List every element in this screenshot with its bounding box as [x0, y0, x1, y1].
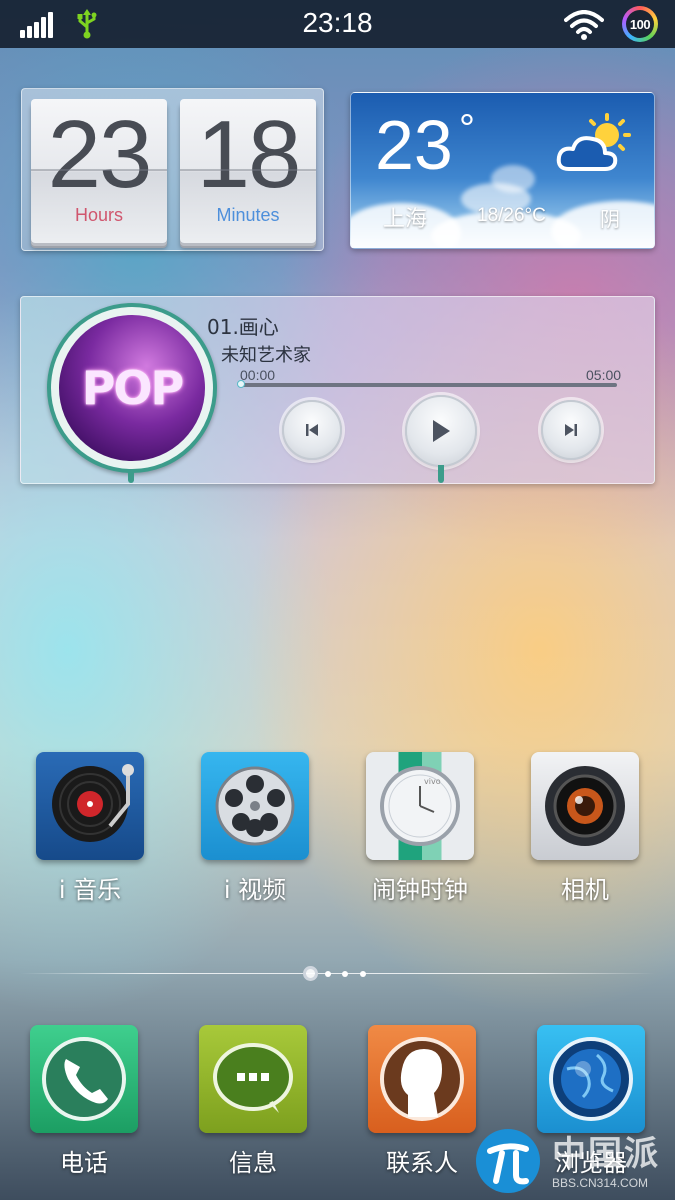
album-art[interactable]: POP: [47, 303, 217, 473]
previous-track-button[interactable]: [282, 400, 342, 460]
total-time: 05:00: [586, 367, 622, 383]
clock-minutes: 18: [196, 101, 302, 208]
clock-minutes-label: Minutes: [216, 205, 280, 225]
page-divider: [20, 973, 655, 974]
app-music[interactable]: i 音乐: [20, 752, 160, 905]
watermark-url: BBS.CN314.COM: [552, 1176, 649, 1190]
browser-app-icon: [537, 1025, 645, 1133]
video-app-icon: [201, 752, 309, 860]
progress-bar[interactable]: [237, 380, 617, 388]
dock-contacts[interactable]: 联系人: [352, 1025, 492, 1178]
clock-minutes-card: 18 Minutes: [180, 99, 316, 243]
camera-app-icon: [531, 752, 639, 860]
wifi-icon: [564, 10, 604, 40]
app-label: 闹钟时钟: [372, 876, 468, 904]
dock-phone[interactable]: 电话: [14, 1025, 154, 1178]
clock-app-icon: vivo: [366, 752, 474, 860]
weather-condition: 阴: [600, 207, 620, 231]
weather-widget[interactable]: 23 ° 上海 18/26°C 阴: [350, 92, 655, 249]
weather-temp-range: 18/26°C: [477, 205, 546, 226]
clock-hours-card: 23 Hours: [31, 99, 167, 243]
album-art-image: POP: [59, 315, 205, 461]
page-dot-active[interactable]: [303, 966, 318, 981]
play-stem: [438, 465, 444, 483]
track-title: 01.画心: [207, 315, 279, 339]
messages-app-icon: [199, 1025, 307, 1133]
next-track-button[interactable]: [541, 400, 601, 460]
skip-next-icon: [565, 424, 577, 436]
app-camera[interactable]: 相机: [515, 752, 655, 905]
music-app-icon: [36, 752, 144, 860]
clock-hours-label: Hours: [74, 205, 123, 225]
app-label: 联系人: [386, 1149, 458, 1177]
status-bar[interactable]: 23:18 100: [0, 0, 675, 48]
flip-clock-widget[interactable]: 23 Hours 18 Minutes: [21, 88, 324, 251]
skip-previous-icon: [306, 424, 318, 436]
page-dot[interactable]: [325, 971, 331, 977]
app-video[interactable]: i 视频: [185, 752, 325, 905]
phone-app-icon: [30, 1025, 138, 1133]
battery-icon: 100: [622, 6, 658, 42]
contacts-app-icon: [368, 1025, 476, 1133]
partly-cloudy-icon: [556, 113, 631, 171]
app-clock[interactable]: vivo 闹钟时钟: [350, 752, 490, 905]
track-artist: 未知艺术家: [221, 345, 311, 366]
app-label: i 音乐: [58, 876, 122, 904]
weather-temperature: 23: [375, 106, 453, 184]
weather-degree-symbol: °: [459, 107, 475, 151]
page-dot[interactable]: [360, 971, 366, 977]
progress-knob[interactable]: [237, 380, 245, 388]
page-dot[interactable]: [342, 971, 348, 977]
app-label: 信息: [229, 1149, 277, 1177]
dock-messages[interactable]: 信息: [183, 1025, 323, 1178]
battery-level: 100: [626, 10, 654, 38]
album-art-text: POP: [81, 361, 185, 415]
play-icon: [433, 420, 450, 442]
music-player-widget[interactable]: POP 01.画心 未知艺术家 00:00 05:00: [20, 296, 655, 484]
current-time: 00:00: [240, 367, 276, 383]
app-label: i 视频: [223, 876, 287, 904]
album-stem: [128, 469, 134, 483]
weather-city: 上海: [383, 207, 428, 232]
clock-hours: 23: [47, 101, 153, 208]
svg-text:vivo: vivo: [424, 777, 441, 786]
watermark-site-name: 中国派: [552, 1134, 660, 1174]
play-button[interactable]: [405, 395, 477, 467]
app-label: 相机: [561, 876, 609, 904]
app-label: 电话: [60, 1149, 108, 1177]
